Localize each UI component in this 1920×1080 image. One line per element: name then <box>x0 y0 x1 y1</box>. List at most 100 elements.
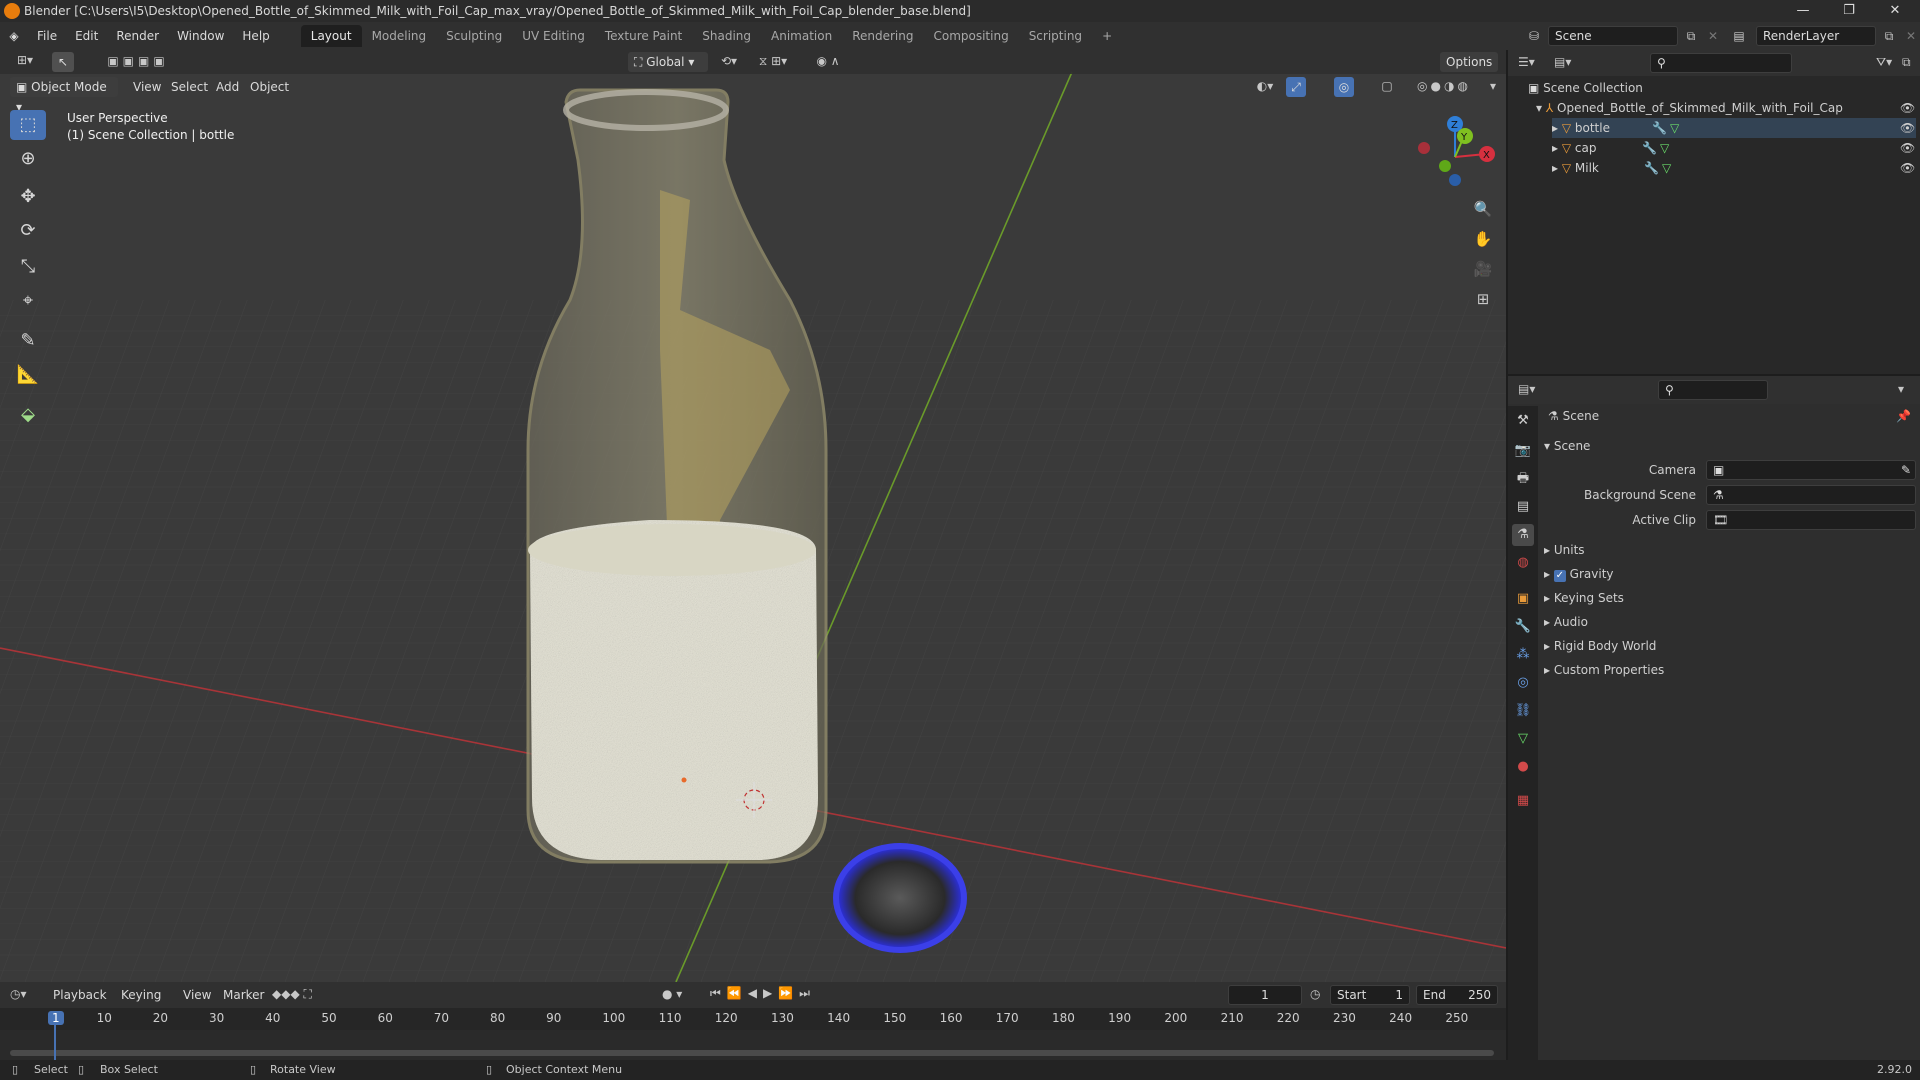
current-frame-field[interactable]: 1 <box>1228 985 1302 1005</box>
menu-edit[interactable]: Edit <box>66 25 107 47</box>
outliner-search-input[interactable]: ⚲ <box>1650 53 1792 73</box>
add-cube-tool-icon[interactable]: ⬙ <box>10 400 46 430</box>
shading-modes-icons[interactable]: ◎●◑◍ <box>1404 79 1484 93</box>
outliner-item-bottle[interactable]: ▸ ▽ bottle 🔧 ▽ 👁 <box>1552 118 1916 138</box>
background-scene-field[interactable]: ⚗ <box>1706 485 1916 505</box>
navigation-gizmo[interactable]: Z Y X <box>1410 112 1500 202</box>
outliner-item-milk[interactable]: ▸ ▽ Milk 🔧 ▽ 👁 <box>1552 158 1916 178</box>
annotate-tool-icon[interactable]: ✎ <box>10 326 46 356</box>
tab-texture-paint[interactable]: Texture Paint <box>595 25 692 47</box>
timeline-scrollbar[interactable] <box>10 1050 1494 1056</box>
tab-uv-editing[interactable]: UV Editing <box>512 25 595 47</box>
active-clip-field[interactable]: 🎞 <box>1706 510 1916 530</box>
camera-view-icon[interactable]: 🎥 <box>1468 254 1498 284</box>
properties-options-icon[interactable]: ▾ <box>1898 382 1904 396</box>
visibility-icon[interactable]: ◐▾ <box>1250 79 1280 93</box>
renderlayer-field[interactable]: RenderLayer <box>1756 26 1876 46</box>
filter-icon[interactable]: ⛛▾ <box>1876 55 1892 70</box>
xray-icon[interactable]: ▢ <box>1378 79 1396 93</box>
pan-icon[interactable]: ✋ <box>1468 224 1498 254</box>
outliner-root-row[interactable]: ▣ Scene Collection <box>1528 78 1908 98</box>
tab-sculpting[interactable]: Sculpting <box>436 25 512 47</box>
pivot-icon[interactable]: ⟲▾ <box>716 54 742 68</box>
rigid-body-world-panel[interactable]: ▸ Rigid Body World <box>1544 636 1914 656</box>
new-layer-icon[interactable]: ⧉ <box>1880 29 1898 44</box>
physics-tab-icon[interactable]: ◎ <box>1512 672 1534 694</box>
shading-dropdown-icon[interactable]: ▾ <box>1486 79 1500 93</box>
gravity-panel[interactable]: ▸ ✓ Gravity <box>1544 564 1914 584</box>
outliner-editor-icon[interactable]: ☰▾ <box>1518 55 1535 69</box>
output-tab-icon[interactable]: 🖶 <box>1512 468 1534 490</box>
select-mode-icons[interactable]: ▣▣▣▣ <box>90 54 186 68</box>
record-icon[interactable]: ● ▾ <box>662 987 682 1001</box>
scene-field[interactable]: Scene <box>1548 26 1678 46</box>
constraints-tab-icon[interactable]: ⛓ <box>1512 700 1534 722</box>
blender-menu-icon[interactable]: ◈ <box>0 29 28 43</box>
expand-icon[interactable]: ▸ <box>1552 161 1562 175</box>
tab-scripting[interactable]: Scripting <box>1019 25 1092 47</box>
units-panel[interactable]: ▸ Units <box>1544 540 1914 560</box>
data-tab-icon[interactable]: ▽ <box>1512 728 1534 750</box>
world-tab-icon[interactable]: ◍ <box>1512 552 1534 574</box>
expand-icon[interactable]: ▸ <box>1552 121 1562 135</box>
custom-properties-panel[interactable]: ▸ Custom Properties <box>1544 660 1914 680</box>
camera-field[interactable]: ▣ ✎ <box>1706 460 1916 480</box>
viewport-menu-object[interactable]: Object <box>241 76 298 98</box>
collection-eye-icon[interactable]: 👁 <box>1900 98 1915 118</box>
cursor-tool-icon[interactable]: ⊕ <box>10 144 46 174</box>
timeline-track-area[interactable] <box>0 1030 1506 1060</box>
minimize-button[interactable]: — <box>1780 0 1826 22</box>
timeline-menu-keying[interactable]: Keying <box>112 984 170 1006</box>
3d-viewport[interactable] <box>0 50 1506 982</box>
tab-modeling[interactable]: Modeling <box>362 25 437 47</box>
menu-file[interactable]: File <box>28 25 66 47</box>
render-tab-icon[interactable]: 📷 <box>1512 440 1534 462</box>
transform-tool-icon[interactable]: ⌖ <box>10 286 46 316</box>
outliner-collection-row[interactable]: ▾ ⅄ Opened_Bottle_of_Skimmed_Milk_with_F… <box>1536 98 1916 118</box>
eyedropper-icon[interactable]: ✎ <box>1901 461 1911 479</box>
tab-rendering[interactable]: Rendering <box>842 25 923 47</box>
scene-tab-icon[interactable]: ⚗ <box>1512 524 1534 546</box>
move-tool-icon[interactable]: ✥ <box>10 182 46 212</box>
overlay-toggle-icon[interactable]: ◎ <box>1334 77 1354 97</box>
outliner-item-cap[interactable]: ▸ ▽ cap 🔧 ▽ 👁 <box>1552 138 1916 158</box>
rotate-tool-icon[interactable]: ⟳ <box>10 216 46 246</box>
playback-controls-icons[interactable]: ⏮⏪◀▶⏩⏭ <box>710 986 816 1001</box>
cap-object[interactable] <box>833 843 967 953</box>
viewport-canvas[interactable] <box>0 50 1506 982</box>
options-button[interactable]: Options <box>1440 52 1498 72</box>
tab-shading[interactable]: Shading <box>692 25 761 47</box>
gravity-checkbox[interactable]: ✓ <box>1553 570 1566 582</box>
menu-help[interactable]: Help <box>233 25 278 47</box>
new-collection-icon[interactable]: ⧉ <box>1902 55 1911 70</box>
audio-panel[interactable]: ▸ Audio <box>1544 612 1914 632</box>
timeline-editor-icon[interactable]: ◷▾ <box>10 987 27 1001</box>
expand-icon[interactable]: ▸ <box>1552 141 1562 155</box>
transform-orientation[interactable]: ⛶ Global ▾ <box>628 52 708 72</box>
snap-icon[interactable]: ⧖ ⊞▾ <box>748 54 798 69</box>
delete-layer-icon[interactable]: ✕ <box>1902 29 1920 43</box>
scene-panel-header[interactable]: ▾ Scene <box>1544 436 1914 456</box>
milk-eye-icon[interactable]: 👁 <box>1900 158 1915 178</box>
select-tool-icon[interactable]: ↖ <box>52 52 74 72</box>
timeline-menu-marker[interactable]: Marker <box>214 984 273 1006</box>
tool-tab-icon[interactable]: ⚒ <box>1512 410 1534 432</box>
expand-icon[interactable]: ▾ <box>1536 101 1546 115</box>
new-scene-icon[interactable]: ⧉ <box>1682 29 1700 44</box>
zoom-icon[interactable]: 🔍 <box>1468 194 1498 224</box>
proportional-edit-icon[interactable]: ◉ ∧ <box>808 54 848 68</box>
keyframe-icons[interactable]: ◆◆◆ ⛶ <box>272 987 312 1002</box>
view-layer-tab-icon[interactable]: ▤ <box>1512 496 1534 518</box>
gizmo-toggle-icon[interactable]: ⤢ <box>1286 77 1306 97</box>
end-frame-field[interactable]: End 250 <box>1416 985 1498 1005</box>
keying-sets-panel[interactable]: ▸ Keying Sets <box>1544 588 1914 608</box>
object-mode-dropdown[interactable]: ▣ Object Mode ▾ <box>10 77 118 114</box>
display-mode-icon[interactable]: ▤▾ <box>1554 55 1571 69</box>
properties-editor-icon[interactable]: ▤▾ <box>1518 382 1535 396</box>
particles-tab-icon[interactable]: ⁂ <box>1512 644 1534 666</box>
modifier-tab-icon[interactable]: 🔧 <box>1512 616 1534 638</box>
bottle-object[interactable] <box>526 88 828 864</box>
menu-window[interactable]: Window <box>168 25 233 47</box>
measure-tool-icon[interactable]: 📐 <box>10 360 46 390</box>
editor-type-icon[interactable]: ⊞▾ <box>10 53 40 67</box>
